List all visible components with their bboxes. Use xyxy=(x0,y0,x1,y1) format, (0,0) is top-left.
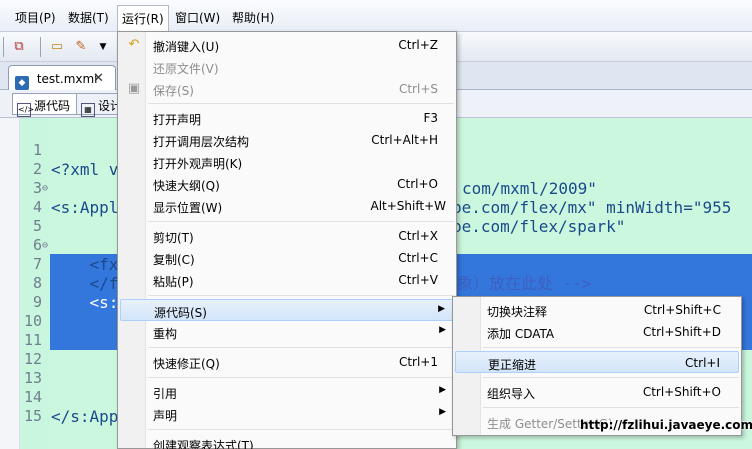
menu-separator xyxy=(148,295,454,296)
menu-item-shortcut: F3 xyxy=(423,111,438,125)
mxml-file-icon: ◆ xyxy=(15,76,29,90)
menu-separator xyxy=(148,429,454,430)
menu-item-shortcut: Ctrl+1 xyxy=(398,355,438,369)
menu-item-label: 创建观察表达式(T) xyxy=(153,439,254,449)
menubar: 项目(P) 数据(T) 运行(R) 窗口(W) 帮助(H) xyxy=(0,0,752,32)
menu-item-label: 源代码(S) xyxy=(154,306,207,320)
submenu-arrow-icon: ▶ xyxy=(438,304,445,314)
wand-icon[interactable]: ✎ xyxy=(72,38,90,56)
menu-item-quick-outline[interactable]: 快速大纲(Q) Ctrl+O xyxy=(120,173,454,195)
menu-item-declarations[interactable]: 声明 ▶ xyxy=(120,403,454,425)
menu-item-label: 显示位置(W) xyxy=(153,201,223,215)
save-icon: ▣ xyxy=(127,81,141,96)
menu-item-open-call-hierarchy[interactable]: 打开调用层次结构 Ctrl+Alt+H xyxy=(120,129,454,151)
menu-item-open-skin-declaration[interactable]: 打开外观声明(K) xyxy=(120,151,454,173)
submenu-item-add-cdata[interactable]: 添加 CDATA Ctrl+Shift+D xyxy=(455,321,739,343)
menu-item-label: 打开调用层次结构 xyxy=(153,135,250,149)
toolbar-separator xyxy=(40,37,42,57)
menu-separator xyxy=(483,347,739,348)
menu-item-refactor[interactable]: 重构 ▶ xyxy=(120,321,454,343)
menu-item-label: 快速修正(Q) xyxy=(153,357,220,371)
menu-item-label: 复制(C) xyxy=(153,253,195,267)
menu-item-label: 组织导入 xyxy=(487,387,536,401)
menu-item-label: 快速大纲(Q) xyxy=(153,179,220,193)
debug-icon[interactable]: ⧉ xyxy=(10,38,28,56)
menu-separator xyxy=(483,377,739,378)
menu-item-references[interactable]: 引用 ▶ xyxy=(120,381,454,403)
menu-item-source[interactable]: 源代码(S) ▶ xyxy=(120,299,454,321)
menu-item-shortcut: Ctrl+V xyxy=(398,273,438,287)
submenu-item-correct-indentation[interactable]: 更正缩进 Ctrl+I xyxy=(455,351,739,373)
menu-item-show-in[interactable]: 显示位置(W) Alt+Shift+W xyxy=(120,195,454,217)
menu-item-label: 切换块注释 xyxy=(487,305,548,319)
design-icon: ▦ xyxy=(81,103,95,117)
source-submenu: 切换块注释 Ctrl+Shift+C 添加 CDATA Ctrl+Shift+D… xyxy=(452,296,742,436)
submenu-item-organize-imports[interactable]: 组织导入 Ctrl+Shift+O xyxy=(455,381,739,403)
chevron-down-icon[interactable]: ▼ xyxy=(94,38,112,56)
file-tab-label: test.mxml xyxy=(36,72,98,86)
menu-item-paste[interactable]: 粘贴(P) Ctrl+V xyxy=(120,269,454,291)
menu-item-label: 剪切(T) xyxy=(153,231,194,245)
menu-item-copy[interactable]: 复制(C) Ctrl+C xyxy=(120,247,454,269)
close-icon[interactable]: ✕ xyxy=(93,71,104,86)
watermark: http://fzlihui.javaeye.com/ xyxy=(580,418,752,432)
menu-item-label: 还原文件(V) xyxy=(153,62,219,76)
menu-item-create-watch-expression[interactable]: 创建观察表达式(T) xyxy=(120,433,454,449)
undo-icon: ↶ xyxy=(128,37,140,52)
menu-item-label: 声明 xyxy=(153,409,178,423)
tab-source-label: 源代码 xyxy=(34,99,71,113)
menu-separator xyxy=(148,377,454,378)
submenu-arrow-icon: ▶ xyxy=(439,407,446,417)
tab-source[interactable]: </>源代码 xyxy=(12,93,78,117)
code-text: </s:App xyxy=(51,407,119,426)
menu-item-shortcut: Ctrl+C xyxy=(398,251,438,265)
file-tab-test-mxml[interactable]: ◆ test.mxml ✕ xyxy=(8,65,116,91)
menu-item-label: 添加 CDATA xyxy=(487,327,555,341)
menu-item-shortcut: Ctrl+Alt+H xyxy=(371,133,438,147)
run-menu: ↶ 撤消键入(U) Ctrl+Z 还原文件(V) ▣ 保存(S) Ctrl+S … xyxy=(117,31,457,449)
menu-item-label: 引用 xyxy=(153,387,178,401)
menu-help[interactable]: 帮助(H) xyxy=(232,9,274,26)
menu-separator xyxy=(148,221,454,222)
menu-item-label: 重构 xyxy=(153,327,178,341)
menu-item-shortcut: Ctrl+I xyxy=(685,356,720,370)
menu-project[interactable]: 项目(P) xyxy=(15,9,56,26)
menu-run[interactable]: 运行(R) xyxy=(117,5,169,32)
menu-item-quick-fix[interactable]: 快速修正(Q) Ctrl+1 xyxy=(120,351,454,373)
menu-item-label: 保存(S) xyxy=(153,84,194,98)
menu-item-label: 撤消键入(U) xyxy=(153,40,220,54)
menu-item-shortcut: Ctrl+S xyxy=(398,82,438,96)
menu-item-revert-file[interactable]: 还原文件(V) xyxy=(120,56,454,78)
menu-item-cut[interactable]: 剪切(T) Ctrl+X xyxy=(120,225,454,247)
toolbar-separator xyxy=(3,37,5,57)
menu-item-label: 更正缩进 xyxy=(488,358,537,372)
menu-item-undo[interactable]: ↶ 撤消键入(U) Ctrl+Z xyxy=(120,34,454,56)
menu-item-shortcut: Ctrl+Shift+C xyxy=(643,303,721,317)
submenu-arrow-icon: ▶ xyxy=(439,385,446,395)
line-number: 15 xyxy=(23,407,42,425)
menu-separator xyxy=(483,407,739,408)
menu-item-open-declaration[interactable]: 打开声明 F3 xyxy=(120,107,454,129)
menu-separator xyxy=(148,347,454,348)
open-folder-icon[interactable]: ▭ xyxy=(48,38,66,56)
menu-item-shortcut: Ctrl+Shift+D xyxy=(643,325,721,339)
menu-item-shortcut: Alt+Shift+W xyxy=(370,199,447,213)
submenu-item-toggle-block-comment[interactable]: 切换块注释 Ctrl+Shift+C xyxy=(455,299,739,321)
menu-item-shortcut: Ctrl+O xyxy=(397,177,438,191)
menu-data[interactable]: 数据(T) xyxy=(68,9,109,26)
menu-item-shortcut: Ctrl+Shift+O xyxy=(642,385,721,399)
menu-item-shortcut: Ctrl+Z xyxy=(398,38,438,52)
menu-item-save[interactable]: ▣ 保存(S) Ctrl+S xyxy=(120,78,454,100)
menu-item-label: 打开外观声明(K) xyxy=(153,157,243,171)
menu-separator xyxy=(148,103,454,104)
menu-item-shortcut: Ctrl+X xyxy=(398,229,438,243)
source-icon: </> xyxy=(17,103,34,117)
menu-window[interactable]: 窗口(W) xyxy=(175,9,220,26)
menu-item-label: 粘贴(P) xyxy=(153,275,194,289)
submenu-arrow-icon: ▶ xyxy=(439,325,446,335)
menu-item-label: 打开声明 xyxy=(153,113,202,127)
